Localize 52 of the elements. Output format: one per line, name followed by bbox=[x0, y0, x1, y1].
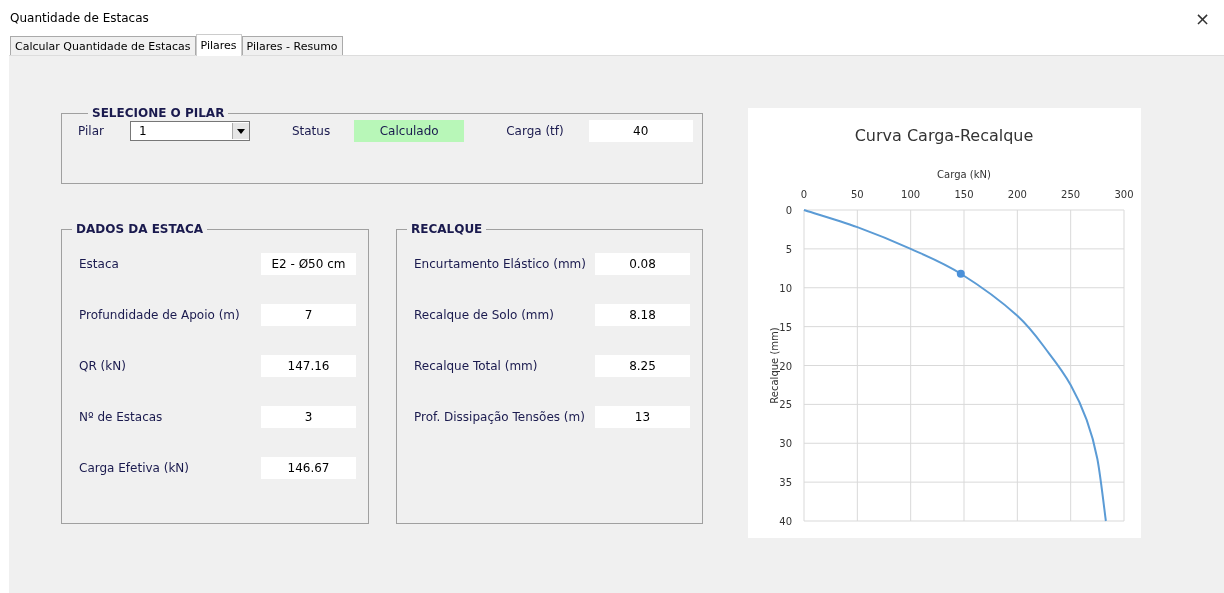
value-field: 8.18 bbox=[595, 304, 690, 326]
field-label: Status bbox=[291, 124, 331, 138]
value-field: 8.25 bbox=[595, 355, 690, 377]
tick-label: 5 bbox=[785, 243, 792, 255]
group-title: DADOS DA ESTACA bbox=[75, 222, 205, 236]
field-label: Carga (tf) bbox=[506, 124, 564, 138]
field-label: Recalque de Solo (mm) bbox=[414, 308, 554, 322]
tick-label: 250 bbox=[1061, 189, 1081, 200]
field-label: Recalque Total (mm) bbox=[414, 359, 538, 373]
tick-label: 0 bbox=[785, 205, 792, 216]
tick-label: 0 bbox=[800, 189, 808, 200]
axis-title: Recalque (mm) bbox=[769, 327, 780, 404]
tick-label: 300 bbox=[1114, 189, 1134, 200]
group-title: RECALQUE bbox=[410, 222, 484, 236]
field-label: Pilar bbox=[78, 124, 104, 138]
dropdown-arrow-icon bbox=[236, 128, 245, 134]
tick-label: 150 bbox=[954, 189, 974, 200]
field-label: Nº de Estacas bbox=[79, 410, 163, 424]
tick-label: 25 bbox=[779, 399, 792, 411]
window-title: Quantidade de Estacas bbox=[10, 11, 149, 25]
field-label: QR (kN) bbox=[79, 359, 126, 373]
chart-title: Curva Carga-Recalque bbox=[854, 126, 1034, 145]
field-label: Encurtamento Elástico (mm) bbox=[414, 257, 586, 271]
tick-label: 50 bbox=[850, 189, 864, 200]
pilar-dropdown[interactable]: 1 bbox=[129, 121, 250, 141]
tab[interactable]: Pilares - Resumo bbox=[241, 36, 343, 55]
status-value: Calculado bbox=[354, 120, 465, 142]
axis-title: Carga (kN) bbox=[937, 169, 991, 180]
tick-label: 10 bbox=[779, 282, 792, 294]
tab[interactable]: Pilares bbox=[195, 34, 242, 56]
tick-label: 200 bbox=[1007, 189, 1027, 200]
value-field: 146.67 bbox=[261, 457, 356, 479]
value-field: 40 bbox=[588, 120, 693, 142]
value-field: 13 bbox=[595, 406, 690, 428]
value-field: 7 bbox=[261, 304, 356, 326]
tick-label: 100 bbox=[901, 189, 921, 200]
field-label: Carga Efetiva (kN) bbox=[79, 461, 190, 475]
field-label: Profundidade de Apoio (m) bbox=[79, 308, 240, 322]
close-button[interactable]: × bbox=[1190, 7, 1214, 29]
field-label: Prof. Dissipação Tensões (m) bbox=[414, 410, 585, 424]
tab[interactable]: Calcular Quantidade de Estacas bbox=[10, 36, 196, 55]
value-field: 0.08 bbox=[595, 253, 690, 275]
group-title: SELECIONE O PILAR bbox=[91, 106, 226, 120]
tick-label: 40 bbox=[779, 516, 792, 527]
tick-label: 30 bbox=[779, 438, 792, 450]
value-field: E2 - Ø50 cm bbox=[261, 253, 356, 275]
value-field: 3 bbox=[261, 406, 356, 428]
tick-label: 20 bbox=[779, 360, 792, 372]
tick-label: 15 bbox=[779, 321, 792, 333]
value-field: 147.16 bbox=[261, 355, 356, 377]
tick-label: 35 bbox=[779, 477, 792, 489]
field-label: Estaca bbox=[79, 257, 119, 271]
